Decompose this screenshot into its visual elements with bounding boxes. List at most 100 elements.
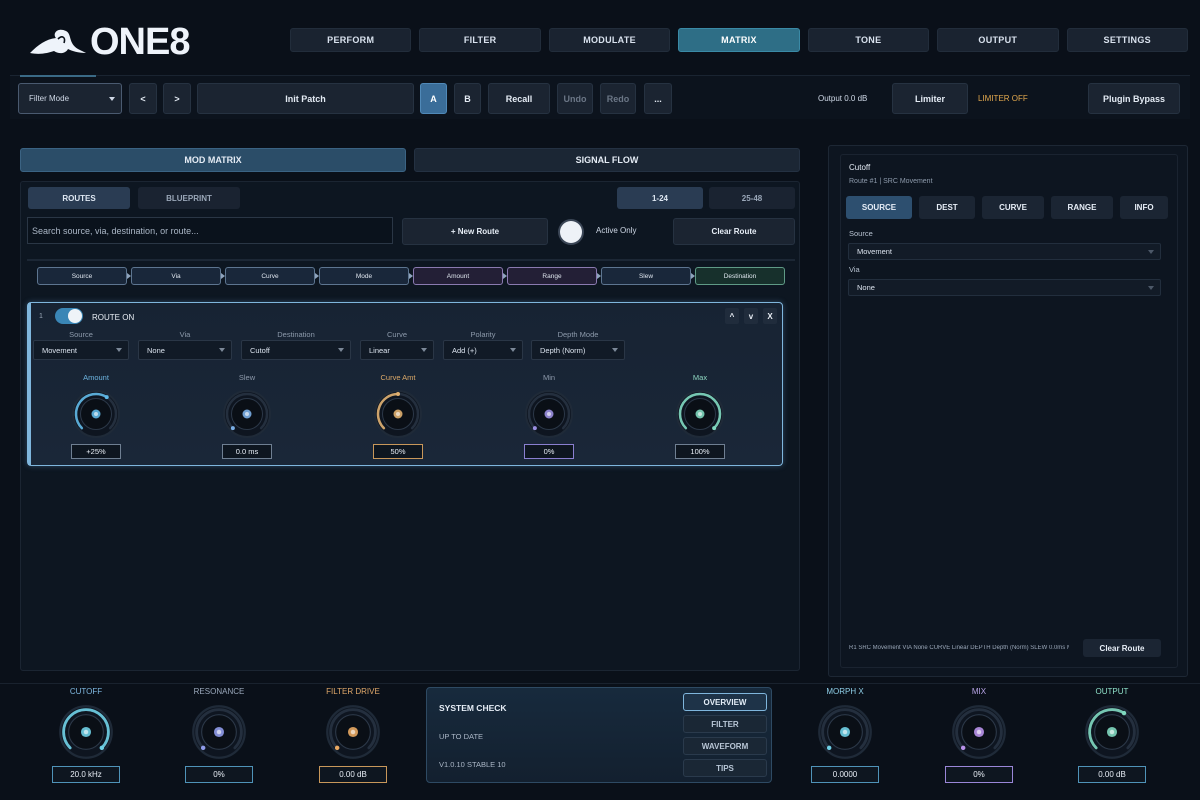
move-route-up-button[interactable]: ^ (725, 308, 739, 324)
output-knob[interactable] (1084, 704, 1140, 760)
tab-settings[interactable]: SETTINGS (1066, 28, 1188, 52)
tips-button[interactable]: TIPS (683, 759, 767, 777)
inspector-tab-source[interactable]: SOURCE (846, 196, 912, 219)
inspector-tab-curve[interactable]: CURVE (982, 196, 1044, 219)
delete-route-button[interactable]: X (763, 308, 777, 324)
filter-drive-value[interactable]: 0.00 dB (319, 766, 387, 783)
tab-output[interactable]: OUTPUT (937, 28, 1059, 52)
amount-knob[interactable] (71, 389, 121, 439)
tab-signal-flow[interactable]: SIGNAL FLOW (414, 148, 800, 172)
inspector-source-select[interactable]: Movement (848, 243, 1161, 260)
filter-drive-knob[interactable] (325, 704, 381, 760)
min-value[interactable]: 0% (524, 444, 574, 459)
source-label: Source (69, 330, 93, 339)
brand-name: ONE8 (90, 20, 190, 63)
source-select[interactable]: Movement (33, 340, 129, 360)
tab-matrix[interactable]: MATRIX (678, 28, 800, 52)
filter-mode-select[interactable]: Filter Mode (18, 83, 122, 114)
page-25-48-button[interactable]: 25-48 (709, 187, 795, 209)
inspector-tab-range[interactable]: RANGE (1051, 196, 1113, 219)
knob-pointer (99, 745, 105, 751)
preset-a-button[interactable]: A (420, 83, 447, 114)
curve-select[interactable]: Linear (360, 340, 434, 360)
destination-select[interactable]: Cutoff (241, 340, 351, 360)
inspector-tab-dest[interactable]: DEST (919, 196, 975, 219)
knob-center-glow (547, 412, 551, 416)
chevron-down-icon (219, 348, 225, 352)
waveform-button[interactable]: WAVEFORM (683, 737, 767, 755)
inspector-via-label: Via (849, 265, 860, 274)
cutoff-knob[interactable] (58, 704, 114, 760)
morph-x-label: MORPH X (826, 687, 864, 696)
tab-filter[interactable]: FILTER (419, 28, 541, 52)
slew-value[interactable]: 0.0 ms (222, 444, 272, 459)
undo-button[interactable]: Undo (557, 83, 593, 114)
limiter-button[interactable]: Limiter (892, 83, 968, 114)
morph-x-value[interactable]: 0.0000 (811, 766, 879, 783)
main-nav: PERFORM FILTER MODULATE MATRIX TONE OUTP… (290, 28, 1188, 52)
inspector-via-select[interactable]: None (848, 279, 1161, 296)
redo-button[interactable]: Redo (600, 83, 636, 114)
curve-amt-value[interactable]: 50% (373, 444, 423, 459)
route-on-toggle[interactable] (54, 307, 84, 325)
min-control: Min 0% (489, 373, 609, 473)
system-check-version: V1.0.10 STABLE 10 (439, 760, 506, 769)
output-value[interactable]: 0.00 dB (1078, 766, 1146, 783)
more-button[interactable]: ... (644, 83, 672, 114)
clear-route-button[interactable]: Clear Route (673, 218, 795, 245)
knob-pointer (396, 392, 400, 396)
chain-node-curve: Curve (225, 267, 315, 285)
inspector-clear-route-button[interactable]: Clear Route (1083, 639, 1161, 657)
max-label: Max (692, 373, 708, 382)
prev-patch-button[interactable]: < (129, 83, 157, 114)
slew-knob[interactable] (222, 389, 272, 439)
page-1-24-button[interactable]: 1-24 (617, 187, 703, 209)
via-select[interactable]: None (138, 340, 232, 360)
next-patch-button[interactable]: > (163, 83, 191, 114)
route-card[interactable]: 1 ROUTE ON ^ v X Source Via Destination … (27, 302, 783, 466)
chevron-down-icon (338, 348, 344, 352)
max-knob[interactable] (675, 389, 725, 439)
depth-mode-select[interactable]: Depth (Norm) (531, 340, 625, 360)
filter-info-button[interactable]: FILTER (683, 715, 767, 733)
mix-value[interactable]: 0% (945, 766, 1013, 783)
route-number: 1 (39, 313, 43, 320)
chevron-down-icon (612, 348, 618, 352)
depth-mode-value: Depth (Norm) (540, 345, 586, 355)
filter-drive-label: FILTER DRIVE (326, 687, 380, 696)
chain-node-range: Range (507, 267, 597, 285)
mix-knob[interactable] (951, 704, 1007, 760)
route-search-input[interactable] (27, 217, 393, 244)
depth-mode-label: Depth Mode (557, 330, 599, 339)
amount-value[interactable]: +25% (71, 444, 121, 459)
inspector-tab-info[interactable]: INFO (1120, 196, 1168, 219)
plugin-bypass-button[interactable]: Plugin Bypass (1088, 83, 1180, 114)
bird-logo-icon (30, 29, 86, 54)
overview-button[interactable]: OVERVIEW (683, 693, 767, 711)
preset-b-button[interactable]: B (454, 83, 481, 114)
max-value[interactable]: 100% (675, 444, 725, 459)
curve-amt-knob[interactable] (373, 389, 423, 439)
patch-name-display[interactable]: Init Patch (197, 83, 414, 114)
tab-tone[interactable]: TONE (807, 28, 930, 52)
tab-routes[interactable]: ROUTES (28, 187, 130, 209)
tab-perform[interactable]: PERFORM (290, 28, 412, 52)
system-check-status: UP TO DATE (439, 732, 484, 741)
polarity-select[interactable]: Add (+) (443, 340, 523, 360)
max-control: Max 100% (640, 373, 760, 473)
new-route-button[interactable]: + New Route (402, 218, 548, 245)
resonance-value[interactable]: 0% (185, 766, 253, 783)
mix-label: MIX (971, 687, 987, 696)
active-only-toggle[interactable] (560, 221, 582, 243)
tab-mod-matrix[interactable]: MOD MATRIX (20, 148, 406, 172)
cutoff-value[interactable]: 20.0 kHz (52, 766, 120, 783)
tab-blueprint[interactable]: BLUEPRINT (138, 187, 240, 209)
morph-x-knob[interactable] (817, 704, 873, 760)
move-route-down-button[interactable]: v (744, 308, 758, 324)
min-knob[interactable] (524, 389, 574, 439)
recall-button[interactable]: Recall (488, 83, 550, 114)
route-inspector: Cutoff Route #1 | SRC Movement SOURCE DE… (828, 145, 1188, 677)
tab-modulate[interactable]: MODULATE (548, 28, 671, 52)
resonance-knob[interactable] (191, 704, 247, 760)
inspector-subtitle: Route #1 | SRC Movement (849, 178, 933, 185)
